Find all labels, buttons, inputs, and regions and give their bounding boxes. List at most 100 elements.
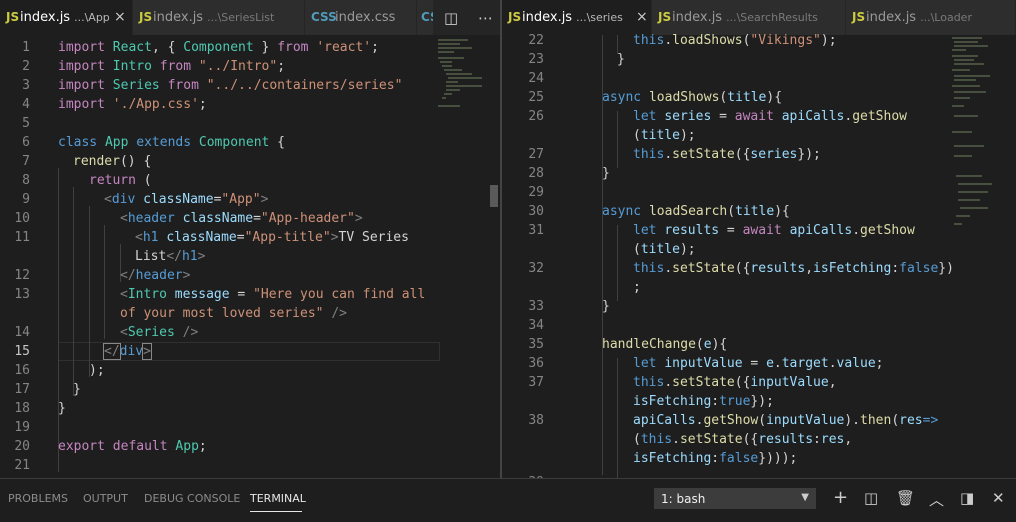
- code-line: ;: [633, 280, 641, 295]
- code-line: 21: [14, 458, 30, 473]
- editor-group-left: JS index.js ...\App × JS index.js ...\Seri…: [0, 0, 500, 478]
- tab-label: index.js: [20, 10, 71, 25]
- code-line: 29: [528, 185, 544, 200]
- code-line: 31 let results = await apiCalls.getShow: [528, 223, 915, 238]
- trash-icon[interactable]: 🗑: [896, 489, 915, 507]
- js-file-icon: JS: [139, 10, 153, 24]
- close-icon[interactable]: ×: [114, 9, 126, 25]
- tab-description: ...\SearchResults: [726, 11, 818, 24]
- code-line: 11 <h1 className="App-title">TV Series: [14, 230, 409, 245]
- code-line: 33}: [528, 299, 610, 314]
- code-line: 16);: [14, 363, 105, 378]
- code-line: 12 </header>: [14, 268, 191, 283]
- code-editor-left[interactable]: 1 import React, { Component } from 'react…: [0, 35, 500, 478]
- tab-debug-console[interactable]: DEBUG CONSOLE: [144, 492, 240, 505]
- code-line: 27 this.setState({series});: [528, 147, 821, 162]
- code-line: 24: [528, 71, 544, 86]
- close-icon[interactable]: ×: [636, 9, 648, 25]
- code-line: 30 async loadSearch(title){: [528, 204, 790, 219]
- terminal-select[interactable]: 1: bash ▼: [654, 488, 816, 509]
- close-panel-icon[interactable]: ✕: [992, 489, 1005, 507]
- tab-label: index.js: [672, 10, 723, 25]
- chevron-up-icon[interactable]: ︿: [929, 489, 944, 510]
- tab-index-js-loader[interactable]: JS index.js ...\Loader: [846, 0, 1016, 35]
- more-actions-icon[interactable]: ⋯: [478, 9, 493, 27]
- code-line: 25 async loadShows(title){: [528, 90, 783, 105]
- tab-description: ...\series: [576, 11, 623, 24]
- scrollbar-left[interactable]: [488, 35, 500, 478]
- bottom-panel: PROBLEMS OUTPUT DEBUG CONSOLE TERMINAL 1…: [0, 478, 1016, 522]
- js-file-icon: JS: [658, 10, 672, 24]
- code-line: 39isFetching:false})));: [528, 451, 798, 478]
- code-line: 18}: [14, 401, 66, 416]
- code-line: 7 render() {: [22, 154, 152, 169]
- scroll-thumb[interactable]: [490, 185, 498, 207]
- js-file-icon: JS: [508, 10, 522, 24]
- tab-bar-right: JS index.js ...\series × JS index.js ...\S…: [502, 0, 1016, 35]
- css-file-icon: CSS: [421, 10, 433, 24]
- code-line: 20 export default App;: [14, 439, 207, 454]
- tab-bar-left: JS index.js ...\App × JS index.js ...\Seri…: [0, 0, 500, 35]
- tab-index-js-searchresults[interactable]: JS index.js ...\SearchResults: [652, 0, 846, 35]
- code-line: 35 handleChange(e){: [528, 337, 728, 352]
- code-line: 2 import Intro from "../Intro";: [22, 59, 286, 74]
- code-line: 4 import './App.css';: [22, 97, 207, 112]
- tab-index-js-app[interactable]: JS index.js ...\App ×: [0, 0, 133, 35]
- code-line: 13 <Intro message = "Here you can find al…: [14, 287, 426, 302]
- code-line: List</h1>: [135, 249, 206, 264]
- code-line: 26 let series = await apiCalls.getShow: [528, 109, 907, 124]
- split-terminal-icon[interactable]: ◫: [864, 489, 878, 507]
- minimap-right[interactable]: [950, 35, 1002, 245]
- tab-index-css[interactable]: CSS index.css: [305, 0, 417, 35]
- active-tab-indicator: [250, 511, 302, 512]
- tab-label: index.js: [522, 10, 573, 25]
- code-editor-right[interactable]: 22 this.loadShows("Vikings"); 23} 24 25 as…: [502, 33, 1016, 478]
- chevron-down-icon: ▼: [801, 492, 809, 503]
- code-line: 5: [22, 116, 30, 131]
- tab-overflow[interactable]: CSS: [417, 0, 434, 35]
- code-line: of your most loved series" />: [120, 306, 347, 321]
- code-line-active: 15 </div>: [14, 343, 152, 360]
- tab-description: ...\App: [74, 11, 110, 24]
- code-line: 37 this.setState({inputValue,: [528, 375, 837, 390]
- tab-label: index.js: [153, 10, 204, 25]
- code-line: 32 this.setState({results,isFetching:fals…: [528, 261, 954, 276]
- code-line: 36 let inputValue = e.target.value;: [528, 356, 884, 371]
- tab-label: index.css: [335, 10, 396, 25]
- code-line: isFetching:true});: [633, 394, 774, 409]
- tab-terminal[interactable]: TERMINAL: [250, 492, 306, 505]
- editor-group-right: JS index.js ...\series × JS index.js ...\S…: [502, 0, 1016, 478]
- code-line: 23}: [528, 52, 625, 67]
- code-line: 6 class App extends Component {: [22, 135, 286, 150]
- css-file-icon: CSS: [311, 10, 337, 24]
- code-line: 34: [528, 318, 544, 333]
- tab-description: ...\Loader: [920, 11, 972, 24]
- tab-index-js-series[interactable]: JS index.js ...\series ×: [502, 0, 652, 35]
- minimap-left[interactable]: [436, 35, 488, 245]
- tab-description: ...\SeriesList: [207, 11, 275, 24]
- split-editor-icon[interactable]: ◫: [444, 9, 458, 27]
- tab-label: index.js: [866, 10, 917, 25]
- code-line: 28}: [528, 166, 610, 181]
- code-line: 3 import Series from "../../containers/se…: [22, 78, 403, 93]
- code-line: 22 this.loadShows("Vikings");: [528, 33, 837, 48]
- code-line: 14 <Series />: [14, 325, 199, 340]
- code-line: 8 return (: [22, 173, 152, 188]
- code-line: 1 import React, { Component } from 'react…: [22, 40, 379, 55]
- code-line: 10 <header className="App-header">: [14, 211, 363, 226]
- code-line: 17}: [14, 382, 81, 397]
- code-line: 19: [14, 420, 30, 435]
- code-line: (title);: [633, 242, 696, 257]
- terminal-select-value: 1: bash: [661, 492, 706, 506]
- code-line: 9 <div className="App">: [22, 192, 269, 207]
- maximize-panel-icon[interactable]: ◨: [960, 489, 974, 507]
- tab-problems[interactable]: PROBLEMS: [8, 492, 68, 505]
- code-line: 38 apiCalls.getShow(inputValue).then(res=…: [528, 413, 939, 428]
- js-file-icon: JS: [852, 10, 866, 24]
- tab-output[interactable]: OUTPUT: [83, 492, 128, 505]
- js-file-icon: JS: [6, 10, 20, 24]
- plus-icon[interactable]: +: [833, 487, 848, 508]
- code-line: (title);: [633, 128, 696, 143]
- tab-index-js-serieslist[interactable]: JS index.js ...\SeriesList: [133, 0, 305, 35]
- code-line: (this.setState({results:res,: [633, 432, 853, 447]
